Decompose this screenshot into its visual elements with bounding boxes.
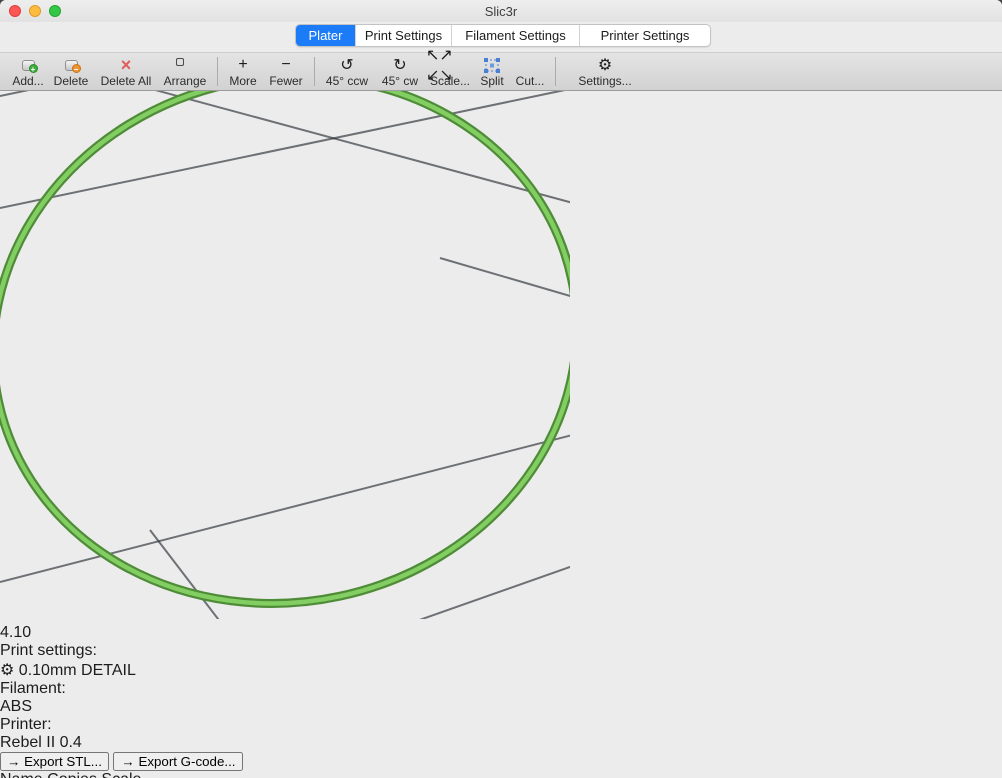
3d-viewport[interactable] [0, 0, 1002, 624]
settings-gear-icon: ⚙ [598, 55, 612, 75]
toolbar: + Add... − Delete × Delete All Arrange +… [0, 52, 1002, 91]
print-bed [0, 0, 570, 619]
main-tab-bar: Plater Print Settings Filament Settings … [295, 24, 711, 47]
column-scale[interactable]: Scale [101, 771, 141, 778]
split-icon [484, 55, 500, 75]
skirt-loop [0, 23, 570, 619]
toolbar-separator [555, 57, 556, 86]
toolbar-separator [217, 57, 218, 86]
more-button[interactable]: + More [223, 53, 263, 90]
filament-value: ABS [0, 698, 32, 715]
printer-value: Rebel II 0.4 [0, 734, 82, 751]
printer-label: Printer: [0, 716, 1002, 734]
tab-print-settings[interactable]: Print Settings [356, 25, 452, 46]
export-gcode-icon: → [121, 754, 134, 769]
rotate-ccw-icon: ↺ [340, 55, 353, 75]
toolbar-separator [314, 57, 315, 86]
rotate-ccw-button[interactable]: ↺ 45° ccw [320, 53, 374, 90]
scale-icon: ↖↗ ↙↘ [426, 55, 474, 75]
delete-button[interactable]: − Delete [48, 53, 94, 90]
tab-filament-settings[interactable]: Filament Settings [452, 25, 580, 46]
add-icon: + [22, 55, 35, 75]
print-settings-value: 0.10mm DETAIL [19, 662, 136, 679]
layer-slider-value: 4.10 [0, 624, 1002, 642]
split-button[interactable]: Split [474, 53, 510, 90]
arrange-icon [176, 55, 194, 75]
app-window: Slic3r Plater Print Settings Filament Se… [0, 0, 1002, 778]
fewer-icon: − [281, 55, 290, 75]
delete-all-icon: × [121, 55, 132, 75]
printer-combo[interactable]: Rebel II 0.4 [0, 734, 1002, 752]
titlebar: Slic3r [0, 0, 1002, 22]
export-gcode-button[interactable]: → Export G-code... [113, 752, 243, 771]
top-tab-row: Plater Print Settings Filament Settings … [0, 22, 1002, 53]
scale-button[interactable]: ↖↗ ↙↘ Scale... [426, 53, 474, 90]
export-stl-icon: → [7, 754, 20, 769]
rotate-cw-button[interactable]: ↻ 45° cw [374, 53, 426, 90]
window-title: Slic3r [0, 4, 1002, 19]
delete-all-button[interactable]: × Delete All [94, 53, 158, 90]
settings-button[interactable]: ⚙ Settings... [573, 53, 637, 90]
object-list-header: Name Copies Scale [0, 771, 1002, 778]
add-button[interactable]: + Add... [8, 53, 48, 90]
filament-label: Filament: [0, 680, 1002, 698]
filament-combo[interactable]: ABS [0, 698, 1002, 716]
tab-plater[interactable]: Plater [296, 25, 356, 46]
object-list[interactable]: Name Copies Scale b.stl 1 100% [0, 771, 1002, 778]
preset-gear-icon: ⚙ [0, 662, 14, 679]
print-settings-combo[interactable]: ⚙ 0.10mm DETAIL [0, 660, 1002, 680]
fewer-button[interactable]: − Fewer [263, 53, 309, 90]
tab-printer-settings[interactable]: Printer Settings [580, 25, 710, 46]
arrange-button[interactable]: Arrange [158, 53, 212, 90]
cut-button[interactable]: Cut... [510, 53, 550, 90]
column-name[interactable]: Name [0, 771, 43, 778]
delete-icon: − [65, 55, 78, 75]
print-settings-label: Print settings: [0, 642, 1002, 660]
export-stl-button[interactable]: → Export STL... [0, 752, 109, 771]
rotate-cw-icon: ↻ [393, 55, 406, 75]
column-copies[interactable]: Copies [47, 771, 97, 778]
more-icon: + [238, 55, 247, 75]
